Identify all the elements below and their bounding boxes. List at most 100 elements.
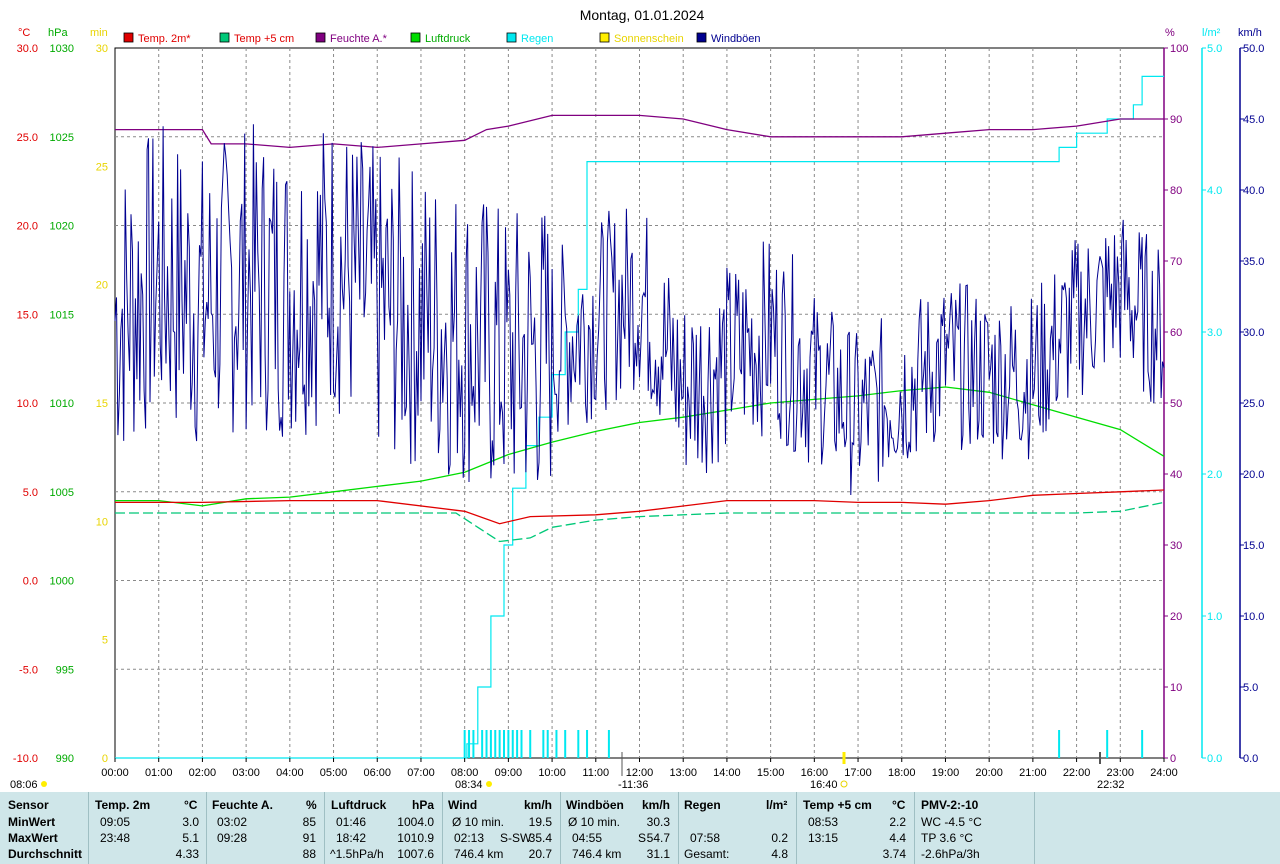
legend-swatch xyxy=(696,32,707,43)
x-tick-label: 00:00 xyxy=(101,767,129,779)
stats-avg10-value: 19.5 xyxy=(528,815,552,829)
tick-label-pressure: 1015 xyxy=(50,309,74,321)
x-tick-label: 19:00 xyxy=(932,767,960,779)
stats-max-time: 02:13 xyxy=(454,831,485,845)
tick-label-temp: 5.0 xyxy=(23,487,38,499)
stats-col-wind: Wind km/h Ø 10 min. 19.5 02:13 S-SW 35.4… xyxy=(442,792,560,864)
stats-max-time: 18:42 xyxy=(336,831,367,845)
stats-max-time: 13:15 xyxy=(808,831,839,845)
stats-col-gusts: Windböen km/h Ø 10 min. 30.3 04:55 S 54.… xyxy=(560,792,678,864)
x-tick-label: 04:00 xyxy=(276,767,304,779)
legend-swatch xyxy=(315,32,326,43)
x-tick-label: 10:00 xyxy=(538,767,566,779)
stats-min-value: 2.2 xyxy=(889,815,906,829)
tick-label-wind: 20.0 xyxy=(1243,469,1264,481)
tick-label-sun: 15 xyxy=(96,398,108,410)
legend-label: Luftdruck xyxy=(425,33,471,45)
stats-pressure-trend: -2.6hPa/3h xyxy=(921,847,980,861)
tick-label-rain: 5.0 xyxy=(1207,43,1222,55)
stats-trend: ^1.5hPa/h xyxy=(330,847,384,861)
legend-label: Windböen xyxy=(711,33,761,45)
tick-label-wind: 25.0 xyxy=(1243,398,1264,410)
tick-label-sun: 0 xyxy=(102,753,108,765)
legend-label: Regen xyxy=(521,33,553,45)
tick-label-humidity: 50 xyxy=(1170,398,1182,410)
unit-temp: °C xyxy=(18,27,30,39)
stats-row-label-min: MinWert xyxy=(8,815,56,829)
tick-label-rain: 3.0 xyxy=(1207,327,1222,339)
left-time-label: 08:06 xyxy=(10,779,38,790)
sunset-label: 16:40 xyxy=(810,779,838,790)
tick-label-wind: 35.0 xyxy=(1243,256,1264,268)
tick-label-wind: 30.0 xyxy=(1243,327,1264,339)
stats-col-rain: Regen l/m² 07:58 0.2 Gesamt: 4.8 xyxy=(678,792,796,864)
unit-sun: min xyxy=(90,27,108,39)
stats-average: 3.74 xyxy=(882,847,906,861)
x-tick-label: 06:00 xyxy=(363,767,391,779)
stats-title: Temp +5 cm xyxy=(803,798,872,812)
x-tick-label: 20:00 xyxy=(975,767,1003,779)
tick-label-wind: 0.0 xyxy=(1243,753,1258,765)
right-axes: 10090807060504030201005.04.03.02.01.00.0… xyxy=(1163,43,1264,765)
x-tick-label: 24:00 xyxy=(1150,767,1178,779)
sun-icon xyxy=(840,780,848,788)
x-tick-label: 01:00 xyxy=(145,767,173,779)
legend-swatch xyxy=(599,32,610,43)
tick-label-pressure: 1025 xyxy=(50,132,74,144)
stats-col-temp5cm: Temp +5 cm °C 08:53 2.2 13:15 4.4 3.74 xyxy=(796,792,914,864)
legend-label: Temp. 2m* xyxy=(138,33,191,45)
stats-max-time: 04:55 xyxy=(572,831,603,845)
stats-max-value: 54.7 xyxy=(646,831,670,845)
tick-label-temp: 25.0 xyxy=(17,132,38,144)
tick-label-rain: 0.0 xyxy=(1207,753,1222,765)
tick-label-pressure: 1030 xyxy=(50,43,74,55)
unit-wind: km/h xyxy=(1238,27,1262,39)
stats-min-time: 08:53 xyxy=(808,815,839,829)
tick-label-humidity: 0 xyxy=(1170,753,1176,765)
unit-humidity: % xyxy=(1165,27,1175,39)
tick-label-humidity: 100 xyxy=(1170,43,1188,55)
x-tick-label: 03:00 xyxy=(232,767,260,779)
tick-label-temp: 10.0 xyxy=(17,398,38,410)
x-tick-label: 11:00 xyxy=(582,767,609,779)
x-tick-label: 23:00 xyxy=(1107,767,1135,779)
sun-icon xyxy=(486,781,492,787)
x-tick-label: 02:00 xyxy=(189,767,217,779)
stats-average: 4.33 xyxy=(175,847,199,861)
tick-label-humidity: 30 xyxy=(1170,540,1182,552)
stats-title: Feuchte A. xyxy=(212,798,273,812)
noon-label: -11:36 xyxy=(618,779,648,790)
legend-label: Sonnenschein xyxy=(614,33,684,45)
x-tick-label: 14:00 xyxy=(713,767,741,779)
stats-col-pmv: PMV-2:-10 WC -4.5 °C TP 3.6 °C -2.6hPa/3… xyxy=(914,792,1034,864)
stats-col-sensor: Sensor MinWert MaxWert Durchschnitt xyxy=(0,792,88,864)
x-tick-label: 09:00 xyxy=(495,767,523,779)
tick-label-sun: 5 xyxy=(102,635,108,647)
tick-label-pressure: 1010 xyxy=(50,398,74,410)
left-axes: 30.025.020.015.010.05.00.0-5.0-10.010301… xyxy=(13,43,108,765)
tick-label-temp: 15.0 xyxy=(17,309,38,321)
tick-label-wind: 15.0 xyxy=(1243,540,1264,552)
stats-total-label: Gesamt: xyxy=(684,847,730,861)
stats-row-label-avg: Durchschnitt xyxy=(8,847,83,861)
moon-label: 22:32 xyxy=(1097,779,1125,790)
tick-label-wind: 5.0 xyxy=(1243,682,1258,694)
tick-label-humidity: 20 xyxy=(1170,611,1182,623)
stats-min-time: 01:46 xyxy=(336,815,367,829)
tick-label-sun: 10 xyxy=(96,516,108,528)
stats-max-value: 91 xyxy=(302,831,316,845)
stats-title: Regen xyxy=(684,798,721,812)
x-tick-label: 21:00 xyxy=(1019,767,1047,779)
tick-label-temp: -10.0 xyxy=(13,753,38,765)
tick-label-pressure: 990 xyxy=(56,753,74,765)
tick-label-pressure: 995 xyxy=(56,664,74,676)
stats-max-value: 0.2 xyxy=(771,831,788,845)
stats-title: Windböen xyxy=(566,798,624,812)
stats-title: Wind xyxy=(448,798,478,812)
tick-label-temp: 30.0 xyxy=(17,43,38,55)
tick-label-temp: 0.0 xyxy=(23,576,38,588)
weather-chart: Montag, 01.01.2024 Temp. 2m* Temp +5 cm Fe… xyxy=(10,7,1264,790)
stats-max-value: 1010.9 xyxy=(397,831,434,845)
legend-swatch xyxy=(410,32,421,43)
stats-unit: °C xyxy=(892,798,906,812)
